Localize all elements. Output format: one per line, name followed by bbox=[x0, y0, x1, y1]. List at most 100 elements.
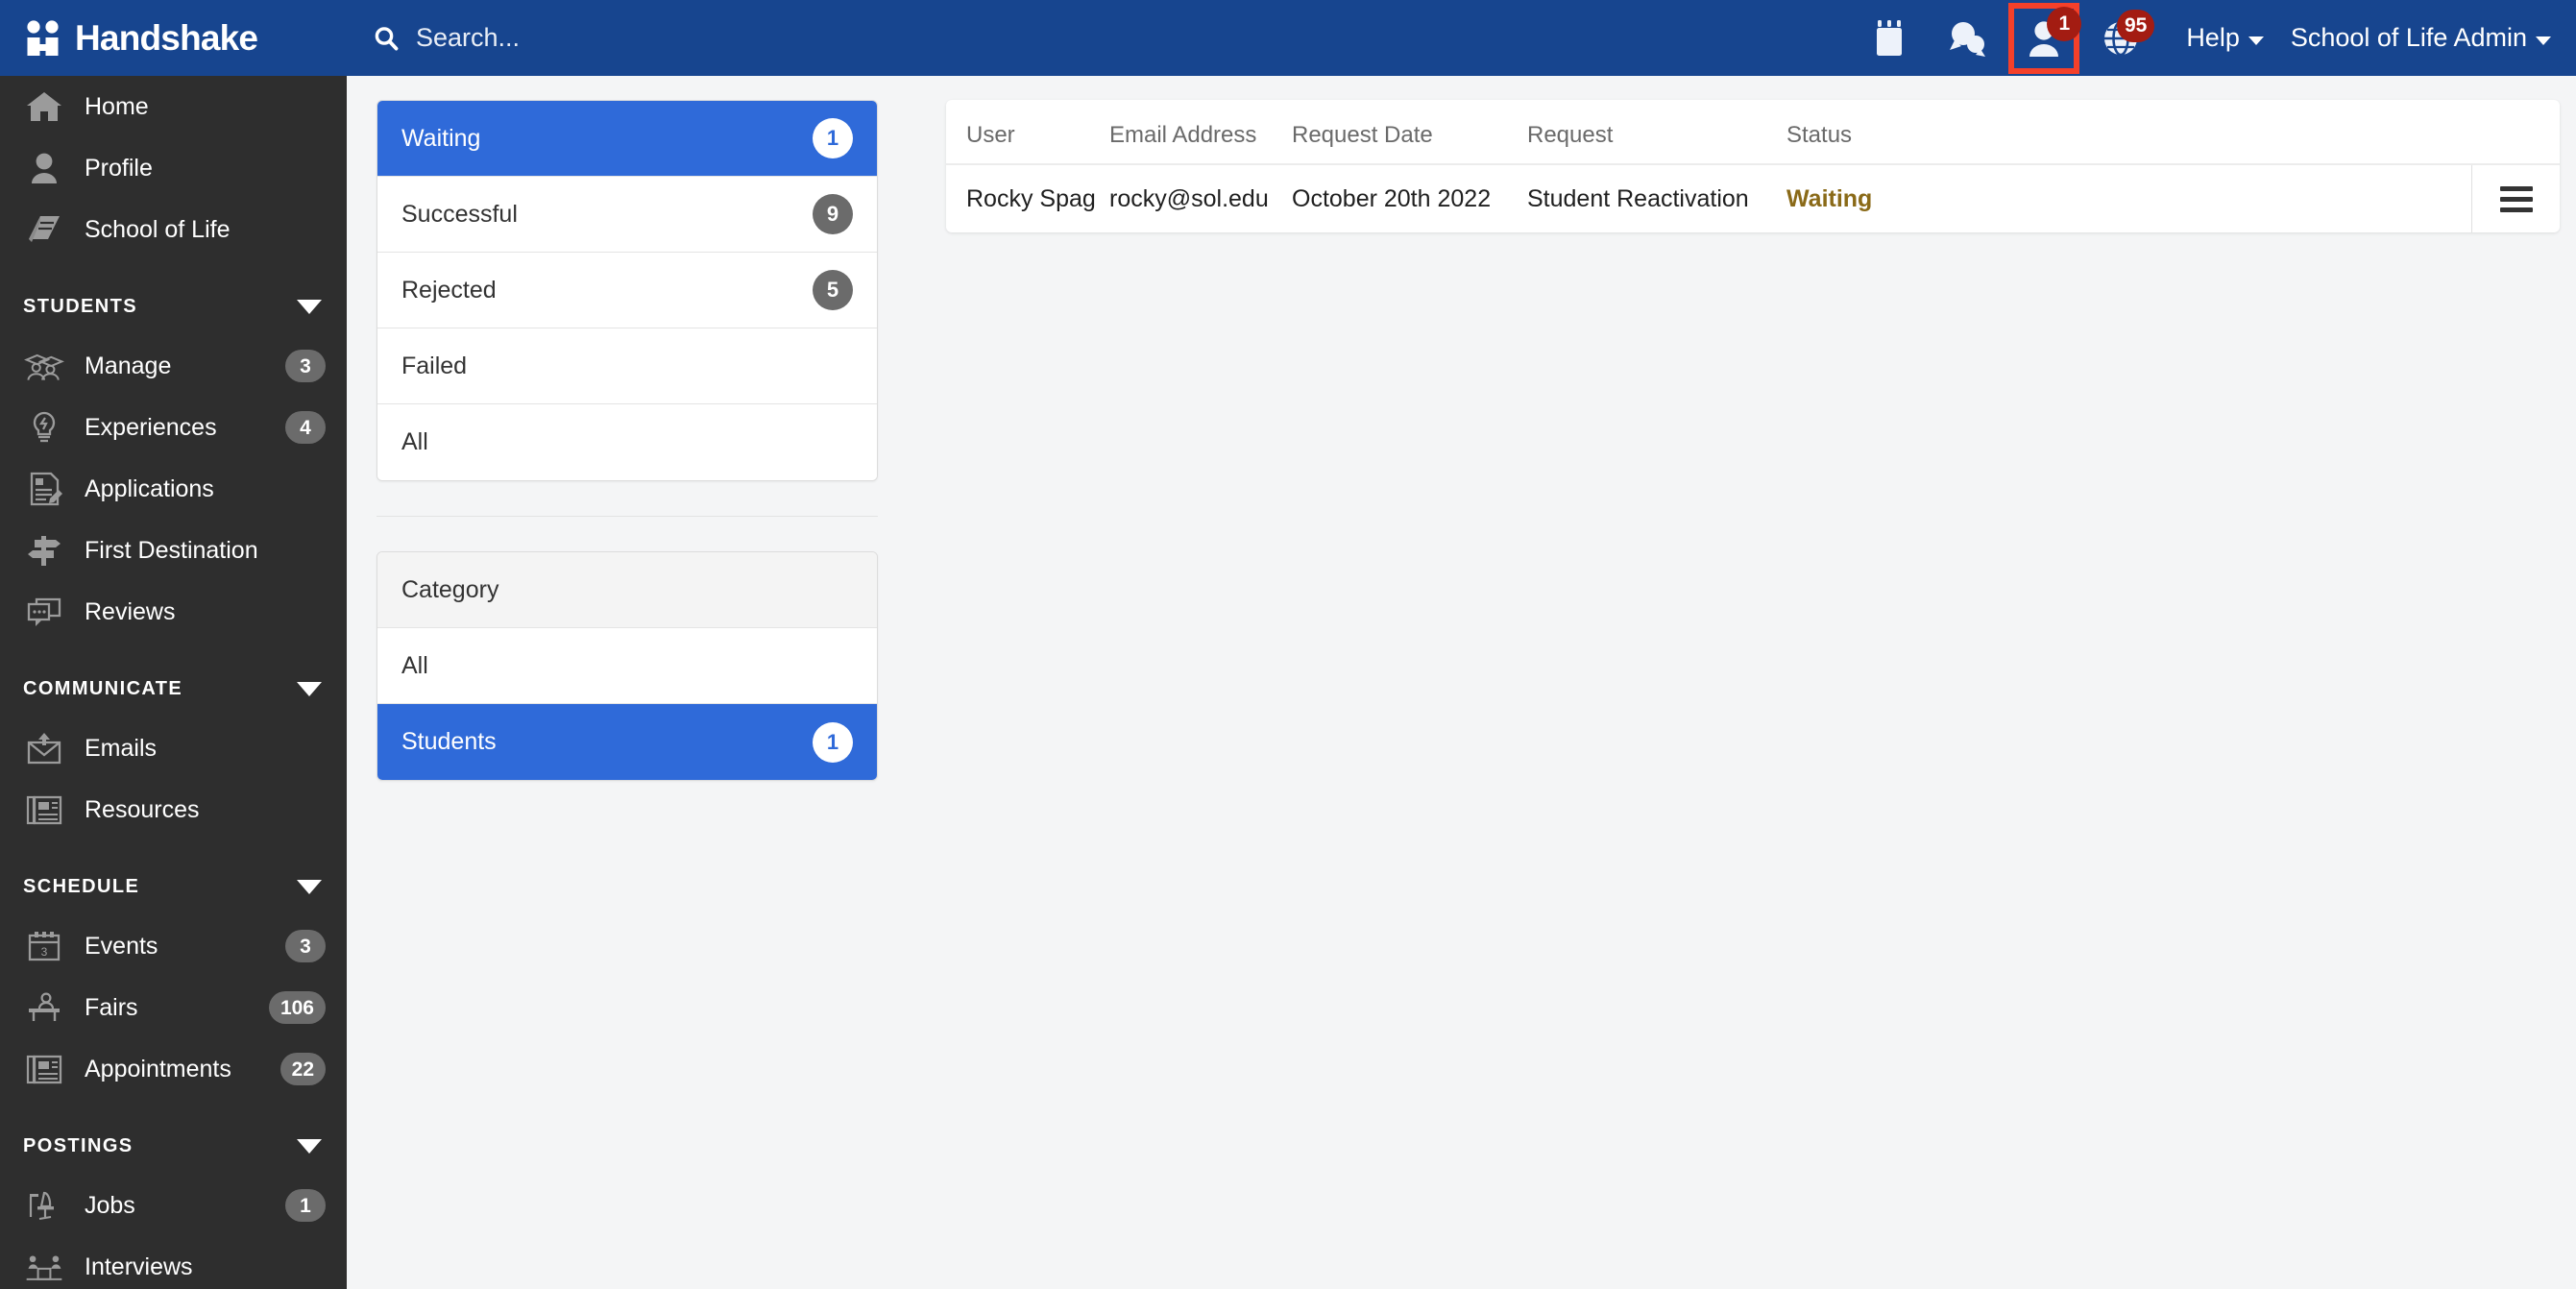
account-menu[interactable]: School of Life Admin bbox=[2291, 23, 2551, 53]
sidebar-item-label: School of Life bbox=[85, 215, 231, 243]
column-header-request: Request bbox=[1527, 122, 1614, 148]
cell-user: Rocky Spag bbox=[966, 184, 1096, 212]
calendar-icon[interactable] bbox=[1860, 9, 1920, 68]
globe-icon[interactable]: 95 bbox=[2091, 9, 2155, 68]
help-menu[interactable]: Help bbox=[2186, 23, 2264, 53]
sidebar-item-label: Experiences bbox=[85, 413, 217, 441]
sidebar-item-label: Jobs bbox=[85, 1191, 135, 1219]
main-content-area: Waiting 1 Successful 9 Rejected 5 Failed… bbox=[347, 76, 2576, 1289]
filter-all-statuses[interactable]: All bbox=[377, 404, 877, 480]
brand-logo-link[interactable]: Handshake bbox=[0, 0, 347, 76]
sidebar-section-label: POSTINGS bbox=[23, 1135, 134, 1156]
filter-successful[interactable]: Successful 9 bbox=[377, 177, 877, 253]
category-all[interactable]: All bbox=[377, 628, 877, 704]
home-icon bbox=[23, 87, 65, 126]
signpost-icon bbox=[23, 531, 65, 570]
global-search-placeholder: Search... bbox=[416, 23, 521, 52]
sidebar-item-reviews[interactable]: Reviews bbox=[0, 581, 347, 643]
sidebar-item-label: Interviews bbox=[85, 1253, 193, 1280]
sidebar-item-first-destination[interactable]: First Destination bbox=[0, 520, 347, 581]
sidebar-item-label: Reviews bbox=[85, 597, 176, 625]
sidebar-navigation: Home Profile School of Life STUDENTS Man… bbox=[0, 76, 347, 1289]
sidebar-item-badge: 1 bbox=[285, 1189, 326, 1222]
sidebar-section-students[interactable]: STUDENTS bbox=[0, 278, 347, 335]
sidebar-item-label: Appointments bbox=[85, 1055, 231, 1082]
sidebar-item-emails[interactable]: Emails bbox=[0, 717, 347, 779]
global-search-input[interactable]: Search... bbox=[373, 0, 520, 76]
sidebar-section-label: COMMUNICATE bbox=[23, 678, 183, 699]
sidebar-item-experiences[interactable]: Experiences 4 bbox=[0, 397, 347, 458]
sidebar-section-label: SCHEDULE bbox=[23, 876, 140, 897]
sidebar-item-manage[interactable]: Manage 3 bbox=[0, 335, 347, 397]
graduates-icon bbox=[23, 347, 65, 385]
sidebar-item-label: Resources bbox=[85, 795, 200, 823]
filter-label: Successful bbox=[401, 200, 518, 228]
sidebar-item-label: Events bbox=[85, 932, 158, 960]
filter-waiting[interactable]: Waiting 1 bbox=[377, 101, 877, 177]
sidebar-item-badge: 3 bbox=[285, 930, 326, 962]
filter-rejected[interactable]: Rejected 5 bbox=[377, 253, 877, 328]
filter-count: 9 bbox=[813, 194, 853, 234]
booth-icon bbox=[23, 988, 65, 1027]
filter-label: Rejected bbox=[401, 276, 497, 304]
filter-label: All bbox=[401, 651, 428, 679]
interview-table-icon bbox=[23, 1248, 65, 1286]
sidebar-section-label: STUDENTS bbox=[23, 296, 137, 317]
sidebar-item-profile[interactable]: Profile bbox=[0, 137, 347, 199]
category-students[interactable]: Students 1 bbox=[377, 704, 877, 780]
sidebar-section-schedule[interactable]: SCHEDULE bbox=[0, 858, 347, 915]
column-header-status: Status bbox=[1786, 122, 1853, 148]
sidebar-item-label: Manage bbox=[85, 352, 172, 379]
newspaper-icon bbox=[23, 790, 65, 829]
filter-label: Failed bbox=[401, 352, 468, 379]
envelope-icon bbox=[23, 729, 65, 767]
handshake-people-logo-icon bbox=[25, 19, 65, 58]
search-icon bbox=[373, 25, 400, 52]
sidebar-item-events[interactable]: 3 Events 3 bbox=[0, 915, 347, 977]
person-requests-badge: 1 bbox=[2047, 6, 2082, 41]
sidebar-item-interviews[interactable]: Interviews bbox=[0, 1236, 347, 1289]
sidebar-item-school-of-life[interactable]: School of Life bbox=[0, 199, 347, 260]
account-menu-label: School of Life Admin bbox=[2290, 23, 2527, 52]
category-filter-title: Category bbox=[401, 575, 499, 603]
chevron-down-icon bbox=[297, 879, 322, 894]
chevron-down-icon bbox=[297, 681, 322, 696]
svg-text:3: 3 bbox=[41, 945, 48, 959]
help-menu-label: Help bbox=[2186, 23, 2240, 52]
sidebar-section-postings[interactable]: POSTINGS bbox=[0, 1117, 347, 1175]
sidebar-item-label: Profile bbox=[85, 154, 153, 182]
row-actions-button[interactable] bbox=[2471, 165, 2560, 232]
chevron-down-icon bbox=[297, 1138, 322, 1154]
table-header-row: User Email Address Request Date Request … bbox=[946, 100, 2560, 165]
cell-request-date: October 20th 2022 bbox=[1292, 184, 1492, 212]
brand-name: Handshake bbox=[75, 18, 258, 58]
sidebar-item-fairs[interactable]: Fairs 106 bbox=[0, 977, 347, 1038]
sidebar-item-resources[interactable]: Resources bbox=[0, 779, 347, 840]
lightbulb-icon bbox=[23, 408, 65, 447]
sidebar-item-appointments[interactable]: Appointments 22 bbox=[0, 1038, 347, 1100]
messages-icon[interactable] bbox=[1937, 9, 1997, 68]
speech-bubble-icon bbox=[23, 593, 65, 631]
sidebar-item-jobs[interactable]: Jobs 1 bbox=[0, 1175, 347, 1236]
person-requests-icon[interactable]: 1 bbox=[2008, 2, 2082, 74]
book-icon bbox=[23, 210, 65, 249]
cell-request: Student Reactivation bbox=[1527, 184, 1749, 212]
sidebar-item-home[interactable]: Home bbox=[0, 76, 347, 137]
globe-badge: 95 bbox=[2116, 9, 2155, 42]
header-menu-spacer bbox=[2471, 102, 2560, 169]
table-row[interactable]: Rocky Spag rocky@sol.edu October 20th 20… bbox=[946, 165, 2560, 232]
sidebar-section-communicate[interactable]: COMMUNICATE bbox=[0, 660, 347, 717]
filter-label: Students bbox=[401, 728, 497, 755]
requests-table: User Email Address Request Date Request … bbox=[946, 100, 2560, 232]
status-filter-card: Waiting 1 Successful 9 Rejected 5 Failed… bbox=[377, 100, 878, 481]
category-filter-header: Category bbox=[377, 552, 877, 628]
column-header-request-date: Request Date bbox=[1292, 122, 1433, 148]
filter-divider bbox=[377, 516, 878, 517]
hamburger-menu-icon bbox=[2499, 185, 2533, 212]
sidebar-item-applications[interactable]: Applications bbox=[0, 458, 347, 520]
filter-label: All bbox=[401, 428, 428, 455]
filter-failed[interactable]: Failed bbox=[377, 328, 877, 404]
top-navigation-bar: Handshake Search... 1 95 Help School of … bbox=[0, 0, 2576, 76]
filter-count: 1 bbox=[813, 118, 853, 158]
sidebar-item-label: Fairs bbox=[85, 993, 138, 1021]
